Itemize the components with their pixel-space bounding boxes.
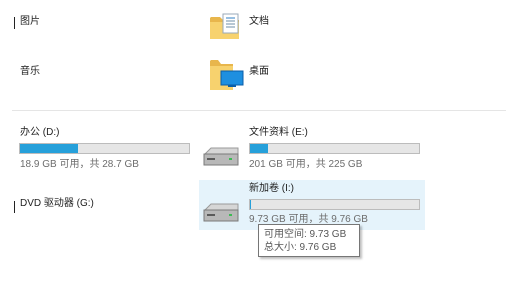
folder-label-pictures[interactable]: 图片	[20, 16, 40, 28]
hard-drive-icon[interactable]	[201, 146, 241, 168]
drive-e-usage-bar	[249, 143, 420, 154]
drive-e-free-space: 201 GB 可用，共 225 GB	[249, 159, 363, 170]
hard-drive-icon[interactable]	[201, 202, 241, 224]
edge-mark	[14, 201, 15, 213]
drive-label-i[interactable]: 新加卷 (I:)	[249, 183, 294, 195]
drive-label-g[interactable]: DVD 驱动器 (G:)	[20, 198, 94, 210]
drive-e-usage-fill	[250, 144, 269, 153]
drive-i-usage-bar	[249, 199, 420, 210]
drive-label-e[interactable]: 文件资料 (E:)	[249, 127, 308, 139]
drive-i-usage-fill	[250, 200, 251, 209]
drive-label-d[interactable]: 办公 (D:)	[20, 127, 59, 139]
tooltip-total-size: 总大小: 9.76 GB	[264, 242, 337, 253]
edge-mark	[14, 17, 15, 29]
desktop-folder-icon[interactable]	[209, 56, 245, 92]
drive-tooltip: 可用空间: 9.73 GB 总大小: 9.76 GB	[258, 224, 360, 257]
drive-d-free-space: 18.9 GB 可用，共 28.7 GB	[20, 159, 139, 170]
folder-label-desktop[interactable]: 桌面	[249, 66, 269, 78]
section-divider	[12, 110, 506, 111]
folder-label-music[interactable]: 音乐	[20, 66, 40, 78]
drive-d-usage-bar	[19, 143, 190, 154]
drive-d-usage-fill	[20, 144, 78, 153]
folder-label-documents[interactable]: 文档	[249, 16, 269, 28]
tooltip-free-space: 可用空间: 9.73 GB	[264, 229, 347, 240]
documents-folder-icon[interactable]	[209, 12, 241, 40]
